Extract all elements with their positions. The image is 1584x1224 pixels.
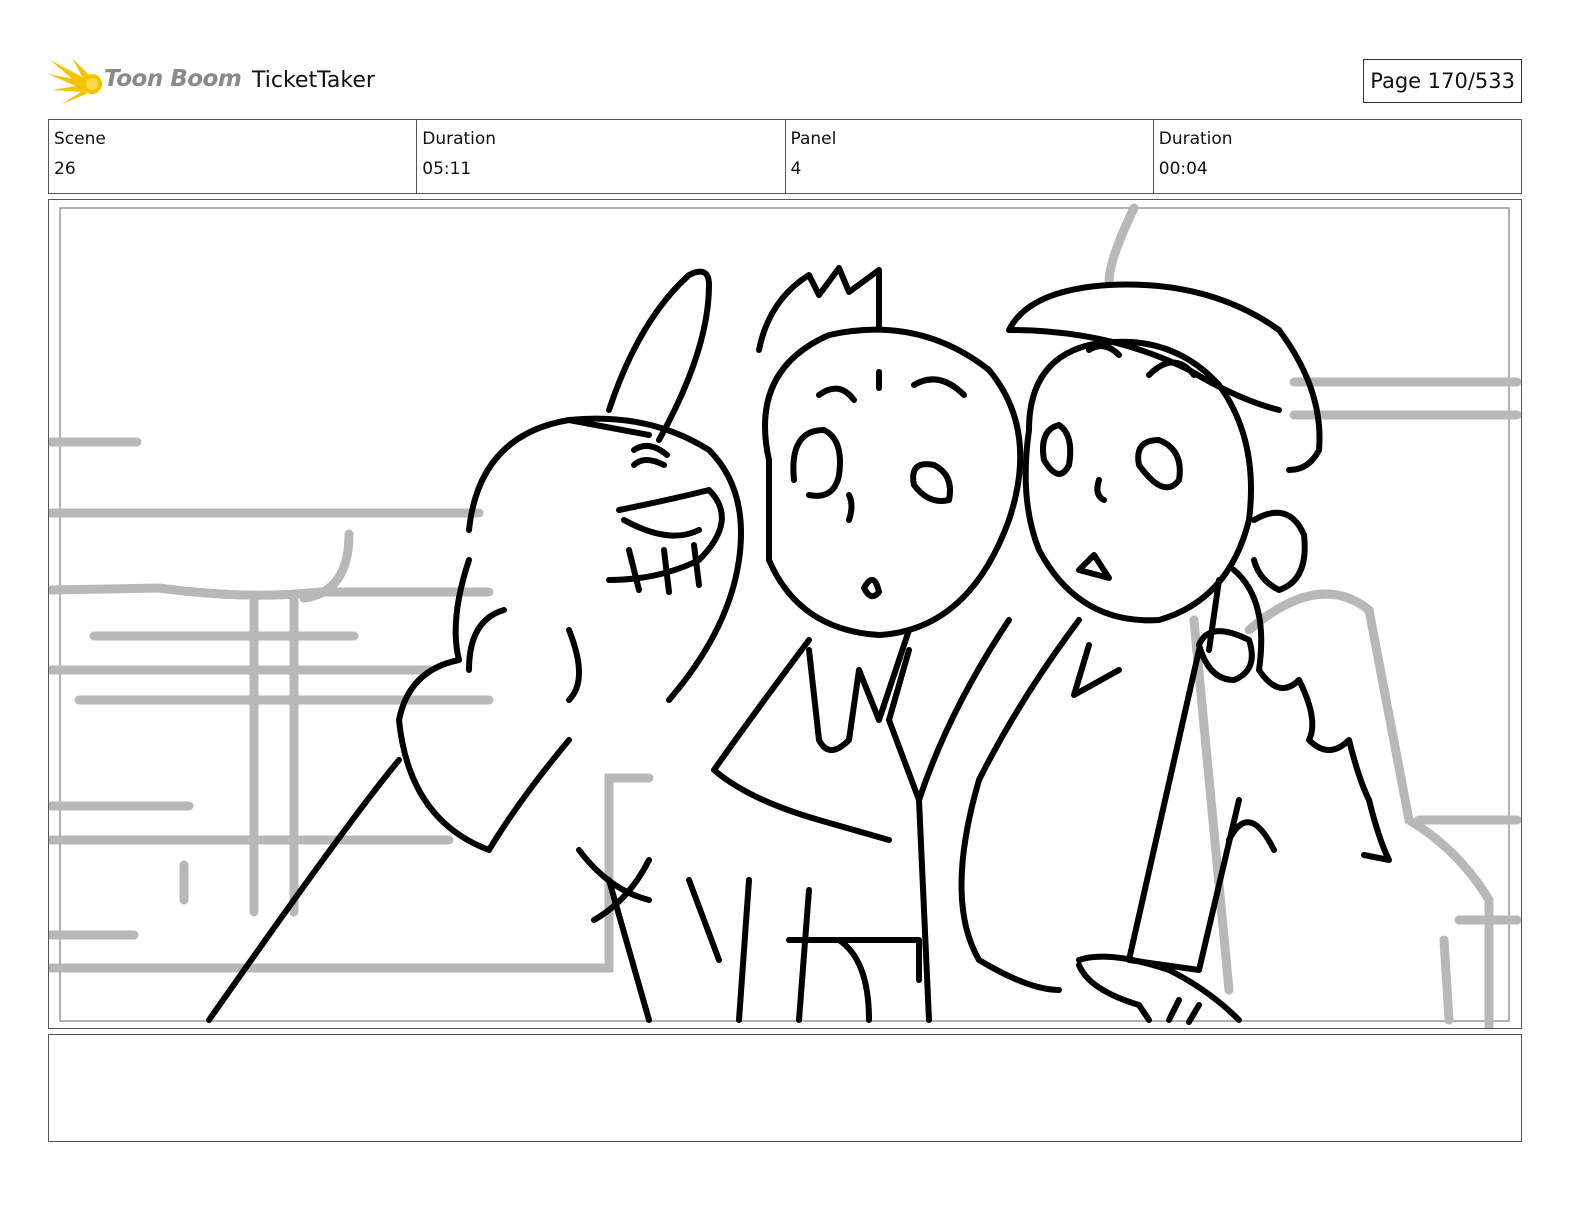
scene-value: 26 bbox=[54, 159, 76, 179]
storyboard-sketch bbox=[49, 203, 1521, 1028]
scene-label: Scene bbox=[54, 129, 106, 149]
character-line-art bbox=[206, 265, 1392, 1025]
panel-notes-box bbox=[48, 1034, 1522, 1142]
project-title: TicketTaker bbox=[252, 68, 375, 93]
background-sketch bbox=[49, 203, 1521, 1028]
panel-cell: Panel 4 bbox=[786, 120, 1154, 193]
toon-boom-logo: Toon Boom bbox=[48, 56, 242, 108]
brand-name: Toon Boom bbox=[104, 66, 242, 92]
panel-label: Panel bbox=[790, 129, 837, 149]
page-header: Toon Boom TicketTaker Page 170/533 bbox=[48, 56, 1522, 108]
scene-duration-cell: Duration 05:11 bbox=[417, 120, 786, 193]
scene-duration-value: 05:11 bbox=[422, 159, 472, 179]
scene-cell: Scene 26 bbox=[49, 120, 418, 193]
panel-duration-label: Duration bbox=[1158, 129, 1233, 149]
panel-duration-value: 00:04 bbox=[1158, 159, 1208, 179]
storyboard-panel bbox=[48, 199, 1522, 1029]
page-indicator: Page 170/533 bbox=[1363, 59, 1522, 103]
panel-duration-cell: Duration 00:04 bbox=[1154, 120, 1521, 193]
panel-value: 4 bbox=[790, 159, 802, 179]
starburst-icon bbox=[48, 58, 102, 104]
scene-info-table: Scene 26 Duration 05:11 Panel 4 Duration… bbox=[48, 119, 1522, 194]
scene-duration-label: Duration bbox=[422, 129, 497, 149]
